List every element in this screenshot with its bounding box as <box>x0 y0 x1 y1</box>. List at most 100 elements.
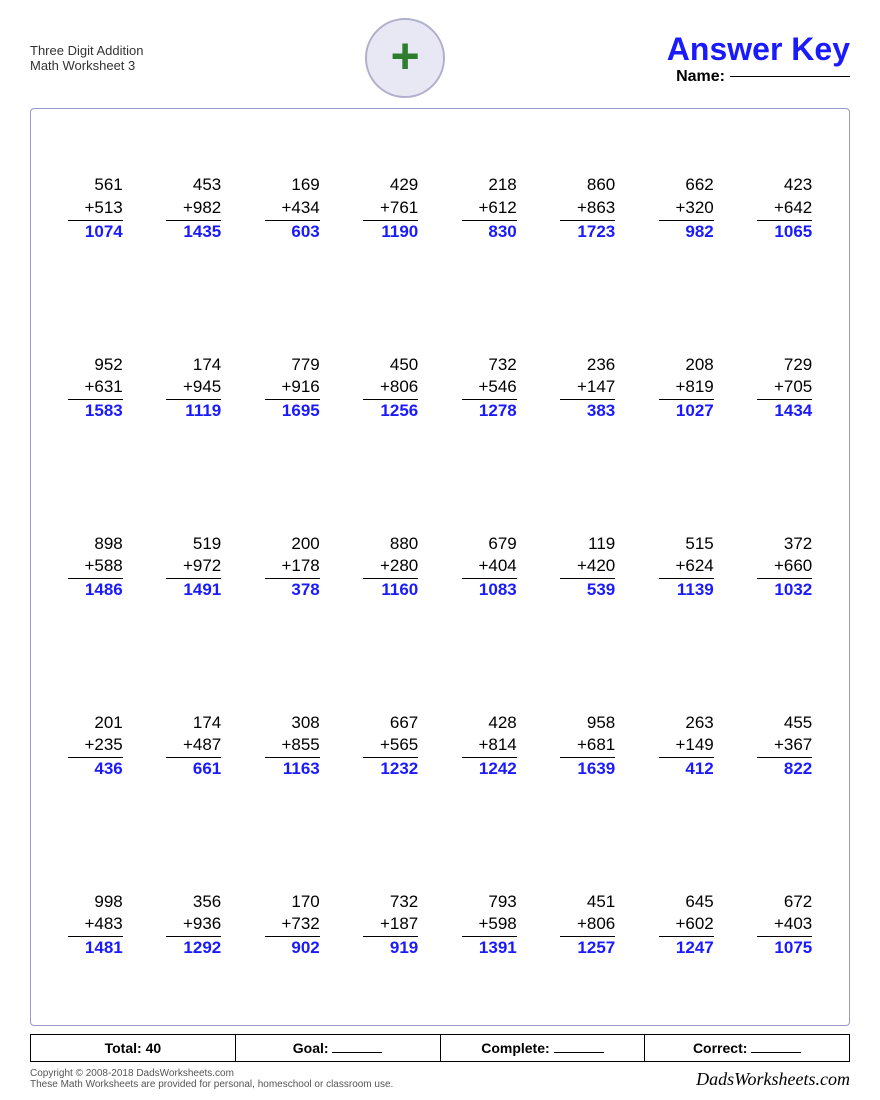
num1: 561 <box>94 174 122 196</box>
problem: 519+9721491 <box>166 533 221 601</box>
header-center: + <box>365 18 445 98</box>
problem: 208+8191027 <box>659 354 714 422</box>
num1: 308 <box>291 712 319 734</box>
num2: +147 <box>560 376 615 400</box>
num2: +972 <box>166 555 221 579</box>
problem: 200+178378 <box>265 533 320 601</box>
problem: 998+4831481 <box>68 891 123 959</box>
problem: 880+2801160 <box>363 533 418 601</box>
problem: 732+187919 <box>363 891 418 959</box>
problem: 174+9451119 <box>166 354 221 422</box>
problem: 236+147383 <box>560 354 615 422</box>
problem-row: 998+4831481356+9361292170+732902732+1879… <box>46 881 834 969</box>
problem: 372+6601032 <box>757 533 812 601</box>
num1: 672 <box>784 891 812 913</box>
num2: +814 <box>462 734 517 758</box>
problem-row: 898+5881486519+9721491200+178378880+2801… <box>46 523 834 611</box>
num2: +642 <box>757 197 812 221</box>
num2: +403 <box>757 913 812 937</box>
goal-underline <box>332 1052 382 1053</box>
num1: 645 <box>685 891 713 913</box>
complete-underline <box>554 1052 604 1053</box>
num1: 174 <box>193 354 221 376</box>
num1: 453 <box>193 174 221 196</box>
answer: 1083 <box>479 579 517 601</box>
num1: 428 <box>488 712 516 734</box>
answer: 1074 <box>85 221 123 243</box>
num1: 793 <box>488 891 516 913</box>
problem: 451+8061257 <box>560 891 615 959</box>
problem: 732+5461278 <box>462 354 517 422</box>
problem: 169+434603 <box>265 174 320 242</box>
problem: 645+6021247 <box>659 891 714 959</box>
problem: 515+6241139 <box>659 533 714 601</box>
num1: 451 <box>587 891 615 913</box>
num1: 998 <box>94 891 122 913</box>
answer: 1232 <box>380 758 418 780</box>
num2: +806 <box>560 913 615 937</box>
num1: 450 <box>390 354 418 376</box>
num2: +187 <box>363 913 418 937</box>
problem-row: 952+6311583 174+9451119 779+9161695 450+806… <box>46 344 834 432</box>
answer: 1292 <box>183 937 221 959</box>
num2: +936 <box>166 913 221 937</box>
answer: 982 <box>685 221 713 243</box>
problem: 860+8631723 <box>560 174 615 242</box>
num1: 208 <box>685 354 713 376</box>
answer: 830 <box>488 221 516 243</box>
num2: +367 <box>757 734 812 758</box>
answer-key-label: Answer Key <box>667 31 850 68</box>
answer: 1119 <box>185 400 221 422</box>
header-left: Three Digit Addition Math Worksheet 3 <box>30 43 143 73</box>
answer: 539 <box>587 579 615 601</box>
answer: 1247 <box>676 937 714 959</box>
num1: 455 <box>784 712 812 734</box>
footer-bar: Total: 40 Goal: Complete: Correct: <box>30 1034 850 1062</box>
problem: 561+5131074 <box>68 174 123 242</box>
num2: +705 <box>757 376 812 400</box>
problem: 450+8061256 <box>363 354 418 422</box>
num1: 169 <box>291 174 319 196</box>
problem: 779+9161695 <box>265 354 320 422</box>
num1: 732 <box>390 891 418 913</box>
answer: 1242 <box>479 758 517 780</box>
num2: +660 <box>757 555 812 579</box>
num1: 958 <box>587 712 615 734</box>
problem: 952+6311583 <box>68 354 123 422</box>
num2: +761 <box>363 197 418 221</box>
num1: 170 <box>291 891 319 913</box>
answer: 1639 <box>577 758 615 780</box>
num2: +588 <box>68 555 123 579</box>
problem: 793+5981391 <box>462 891 517 959</box>
answer: 1163 <box>283 758 320 780</box>
dads-logo-text: DadsWorksheets.com <box>696 1069 850 1089</box>
num2: +280 <box>363 555 418 579</box>
problem: 119+420539 <box>560 533 615 601</box>
num2: +434 <box>265 197 320 221</box>
answer: 661 <box>193 758 221 780</box>
plus-icon: + <box>365 18 445 98</box>
problem: 429+7611190 <box>363 174 418 242</box>
problem: 455+367822 <box>757 712 812 780</box>
num1: 356 <box>193 891 221 913</box>
answer: 1481 <box>85 937 123 959</box>
answer: 1486 <box>85 579 123 601</box>
answer: 1027 <box>676 400 714 422</box>
name-label: Name: <box>676 68 725 86</box>
num2: +681 <box>560 734 615 758</box>
num1: 423 <box>784 174 812 196</box>
num2: +855 <box>265 734 320 758</box>
worksheet-area: 561+5131074453+9821435169+434603429+7611… <box>30 108 850 1026</box>
num2: +863 <box>560 197 615 221</box>
num1: 519 <box>193 533 221 555</box>
num1: 263 <box>685 712 713 734</box>
problem: 170+732902 <box>265 891 320 959</box>
correct-underline <box>751 1052 801 1053</box>
problems-grid: 561+5131074453+9821435169+434603429+7611… <box>46 119 834 1015</box>
num1: 200 <box>291 533 319 555</box>
answer: 383 <box>587 400 615 422</box>
num1: 732 <box>488 354 516 376</box>
num2: +631 <box>68 376 123 400</box>
num1: 860 <box>587 174 615 196</box>
header-right: Answer Key Name: <box>667 31 850 86</box>
